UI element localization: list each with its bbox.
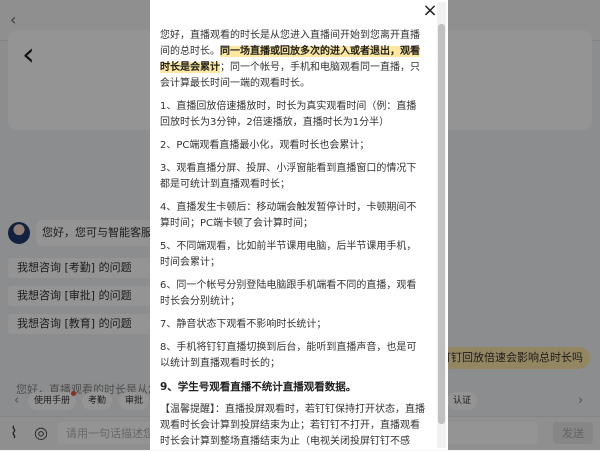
- tip-text: 【温馨提醒】：直播投屏观看时，若钉钉保持打开状态，直播观看时长会计算到投屏结束为…: [160, 404, 425, 447]
- list-item: 4、直播发生卡顿后：移动端会触发暂停计时，卡顿期间不算时间；PC端卡顿了会计算时…: [160, 202, 417, 229]
- list-item-bold: 9、学生号观看直播不统计直播观看数据。: [160, 381, 357, 393]
- list-item: 1、直播回放倍速播放时，时长为真实观看时间（例：直播回放时长为3分钟，2倍速播放…: [160, 101, 417, 128]
- answer-modal: × 您好，直播观看的时长是从您进入直播间开始到您离开直播间的总时长。同一场直播或…: [150, 0, 448, 450]
- answer-content: 您好，直播观看的时长是从您进入直播间开始到您离开直播间的总时长。同一场直播或回放…: [160, 28, 426, 450]
- list-item: 6、同一个帐号分别登陆电脑跟手机端看不同的直播，观看时长会分别统计；: [160, 280, 417, 307]
- scrollbar-thumb[interactable]: [438, 24, 445, 424]
- answer-intro: 您好，直播观看的时长是从您进入直播间开始到您离开直播间的总时长。同一场直播或回放…: [160, 28, 426, 92]
- list-item: 2、PC端观看直播最小化，观看时长也会累计；: [160, 140, 370, 151]
- list-item: 8、手机将钉钉直播切换到后台，能听到直播声音，也是可以统计到直播观看时长的；: [160, 342, 417, 369]
- list-item: 5、不同端观看，比如前半节课用电脑，后半节课用手机，时间会累计；: [160, 241, 417, 268]
- list-item: 7、静音状态下观看不影响时长统计；: [160, 319, 327, 330]
- list-item: 3、观看直播分屏、投屏、小浮窗能看到直播窗口的情况下都是可统计到直播观看时长；: [160, 163, 417, 190]
